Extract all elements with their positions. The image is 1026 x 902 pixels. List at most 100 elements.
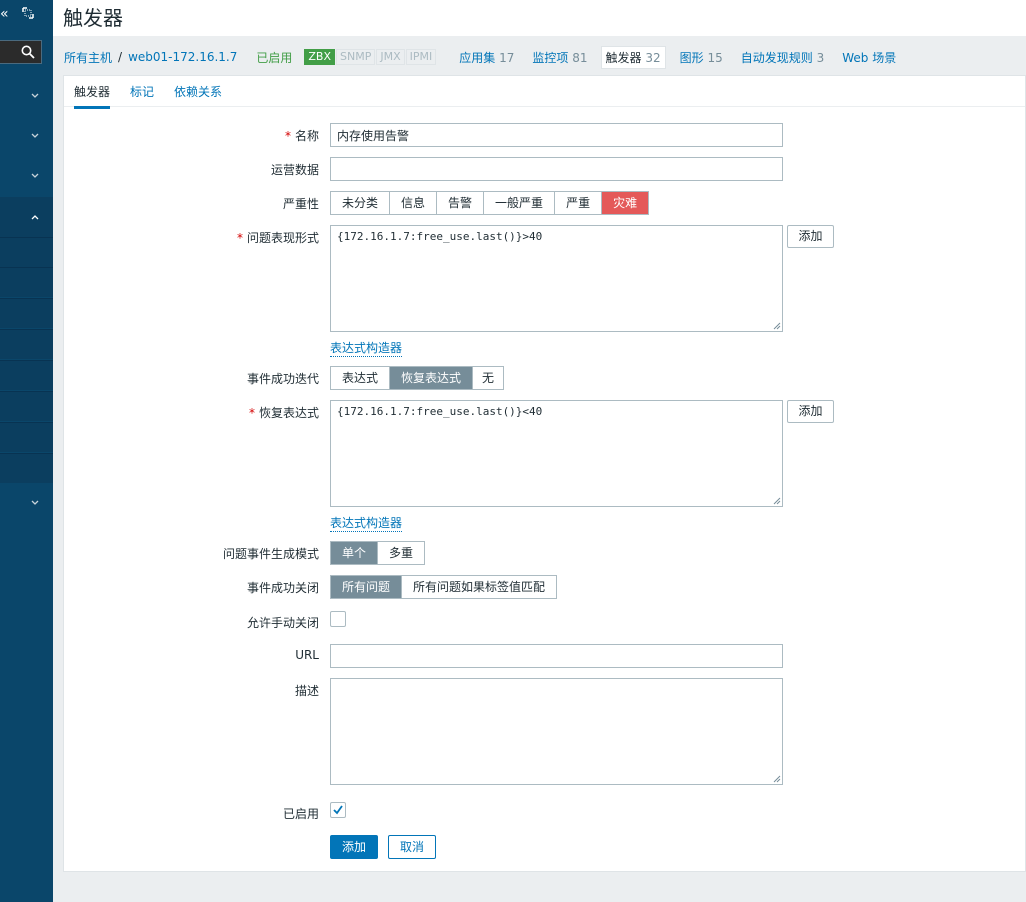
severity-disaster[interactable]: 灾难 bbox=[602, 192, 649, 214]
sidebar-menu-reports[interactable] bbox=[0, 156, 53, 196]
ok-close-all-problems[interactable]: 所有问题 bbox=[331, 576, 403, 598]
ipmi-badge: IPMI bbox=[405, 49, 437, 65]
sidebar-menu-inventory[interactable] bbox=[0, 116, 53, 156]
page-title: 触发器 bbox=[63, 6, 123, 30]
sidebar-submenu-item[interactable] bbox=[0, 237, 53, 267]
resize-handle-icon[interactable] bbox=[773, 322, 781, 330]
recovery-mode-selector: 表达式 恢复表达式 无 bbox=[330, 366, 505, 390]
tab-tags[interactable]: 标记 bbox=[130, 83, 154, 100]
severity-information[interactable]: 信息 bbox=[390, 192, 438, 214]
tab-dependencies[interactable]: 依赖关系 bbox=[174, 83, 222, 100]
nav-count: 3 bbox=[816, 50, 825, 65]
nav-label: 触发器 bbox=[605, 50, 642, 65]
chevron-up-icon bbox=[31, 215, 39, 220]
problem-mode-selector: 单个 多重 bbox=[330, 541, 426, 565]
sidebar-submenu-item[interactable] bbox=[0, 329, 53, 359]
nav-count: 15 bbox=[707, 50, 723, 65]
sidebar-top: « bbox=[0, 0, 53, 34]
ok-close-label: 事件成功关闭 bbox=[246, 581, 319, 595]
sidebar-search-input[interactable] bbox=[0, 40, 42, 64]
tab-trigger[interactable]: 触发器 bbox=[74, 83, 111, 109]
severity-label: 严重性 bbox=[282, 197, 319, 211]
enabled-label: 已启用 bbox=[282, 807, 319, 821]
name-label: * 名称 bbox=[285, 127, 319, 144]
collapse-sidebar-icon[interactable]: « bbox=[0, 4, 15, 24]
nav-items[interactable]: 监控项 81 bbox=[528, 47, 591, 68]
resize-handle-icon[interactable] bbox=[773, 497, 781, 505]
problem-mode-multiple[interactable]: 多重 bbox=[378, 542, 425, 564]
nav-label: 自动发现规则 bbox=[740, 50, 813, 65]
search-icon[interactable] bbox=[21, 45, 35, 59]
severity-average[interactable]: 一般严重 bbox=[484, 192, 556, 214]
sidebar-menu-configuration[interactable] bbox=[0, 197, 53, 237]
recovery-expression-textarea[interactable]: {172.16.1.7:free_use.last()}<40 bbox=[330, 400, 783, 507]
chevron-down-icon bbox=[31, 133, 39, 138]
breadcrumb-host[interactable]: web01-172.16.1.7 bbox=[128, 50, 237, 64]
recovery-expression-add-button[interactable]: 添加 bbox=[787, 400, 834, 423]
recovery-expression-label: * 恢复表达式 bbox=[249, 404, 319, 421]
zbx-badge: ZBX bbox=[304, 49, 336, 65]
sidebar: « bbox=[0, 0, 53, 902]
sidebar-menu-monitoring[interactable] bbox=[0, 76, 53, 116]
description-textarea[interactable] bbox=[330, 678, 783, 785]
opdata-input[interactable] bbox=[330, 157, 783, 181]
ok-close-selector: 所有问题 所有问题如果标签值匹配 bbox=[330, 575, 558, 599]
nav-triggers[interactable]: 触发器 32 bbox=[600, 45, 666, 69]
breadcrumb-separator: / bbox=[118, 50, 123, 64]
severity-selector: 未分类 信息 告警 一般严重 严重 灾难 bbox=[330, 191, 650, 215]
severity-warning[interactable]: 告警 bbox=[437, 192, 485, 214]
recovery-expression-builder-link[interactable]: 表达式构造器 bbox=[330, 514, 403, 532]
nav-graphs[interactable]: 图形 15 bbox=[676, 47, 727, 68]
checkmark-icon bbox=[333, 805, 343, 815]
problem-mode-single[interactable]: 单个 bbox=[331, 542, 379, 564]
sidebar-menu-administration[interactable] bbox=[0, 483, 53, 523]
breadcrumb: 所有主机 / web01-172.16.1.7 已启用 ZBX SNMP JMX… bbox=[64, 45, 900, 69]
nav-count: 81 bbox=[572, 50, 588, 65]
chevron-down-icon bbox=[31, 173, 39, 178]
breadcrumb-all-hosts[interactable]: 所有主机 bbox=[64, 49, 112, 66]
recovery-expression-value: {172.16.1.7:free_use.last()}<40 bbox=[337, 405, 543, 418]
expression-textarea[interactable]: {172.16.1.7:free_use.last()}>40 bbox=[330, 225, 783, 332]
recovery-mode-none[interactable]: 无 bbox=[473, 367, 504, 389]
sidebar-submenu-item[interactable] bbox=[0, 453, 53, 483]
name-label-text: 名称 bbox=[294, 129, 319, 143]
add-button[interactable]: 添加 bbox=[330, 835, 378, 859]
severity-not-classified[interactable]: 未分类 bbox=[331, 192, 391, 214]
nav-label: 应用集 bbox=[459, 50, 496, 65]
cancel-button[interactable]: 取消 bbox=[388, 835, 436, 859]
severity-high[interactable]: 严重 bbox=[555, 192, 603, 214]
name-input[interactable] bbox=[330, 123, 783, 147]
nav-web-scenarios[interactable]: Web 场景 bbox=[838, 47, 900, 68]
nav-label: 图形 bbox=[679, 50, 704, 65]
expression-add-button[interactable]: 添加 bbox=[787, 225, 834, 248]
nav-label: Web 场景 bbox=[842, 50, 897, 65]
enabled-checkbox[interactable] bbox=[330, 802, 346, 818]
sidebar-submenu-item[interactable] bbox=[0, 298, 53, 328]
nav-count: 32 bbox=[645, 50, 661, 65]
availability-badges: ZBX SNMP JMX IPMI bbox=[304, 49, 437, 65]
required-mark: * bbox=[284, 129, 291, 143]
sidebar-submenu-item[interactable] bbox=[0, 391, 53, 421]
description-label: 描述 bbox=[294, 684, 319, 698]
url-input[interactable] bbox=[330, 644, 783, 668]
manual-close-label: 允许手动关闭 bbox=[246, 616, 319, 630]
sidebar-submenu-item[interactable] bbox=[0, 422, 53, 452]
resize-handle-icon[interactable] bbox=[773, 775, 781, 783]
nav-discovery-rules[interactable]: 自动发现规则 3 bbox=[737, 47, 828, 68]
nav-applications[interactable]: 应用集 17 bbox=[455, 47, 518, 68]
sidebar-submenu-item[interactable] bbox=[0, 360, 53, 390]
sidebar-submenu-item[interactable] bbox=[0, 267, 53, 297]
ok-close-tag-match[interactable]: 所有问题如果标签值匹配 bbox=[402, 576, 557, 598]
manual-close-checkbox[interactable] bbox=[330, 611, 346, 627]
kiosk-mode-icon[interactable] bbox=[22, 7, 34, 19]
recovery-mode-expression[interactable]: 表达式 bbox=[331, 367, 391, 389]
host-status[interactable]: 已启用 bbox=[256, 49, 292, 66]
expression-builder-link[interactable]: 表达式构造器 bbox=[330, 339, 403, 357]
recovery-mode-label: 事件成功迭代 bbox=[246, 372, 319, 386]
chevron-down-icon bbox=[31, 500, 39, 505]
chevron-down-icon bbox=[31, 93, 39, 98]
problem-mode-label: 问题事件生成模式 bbox=[222, 547, 319, 561]
jmx-badge: JMX bbox=[376, 49, 405, 65]
expression-label-text: 问题表现形式 bbox=[246, 231, 319, 245]
recovery-mode-recovery-expression[interactable]: 恢复表达式 bbox=[390, 367, 474, 389]
